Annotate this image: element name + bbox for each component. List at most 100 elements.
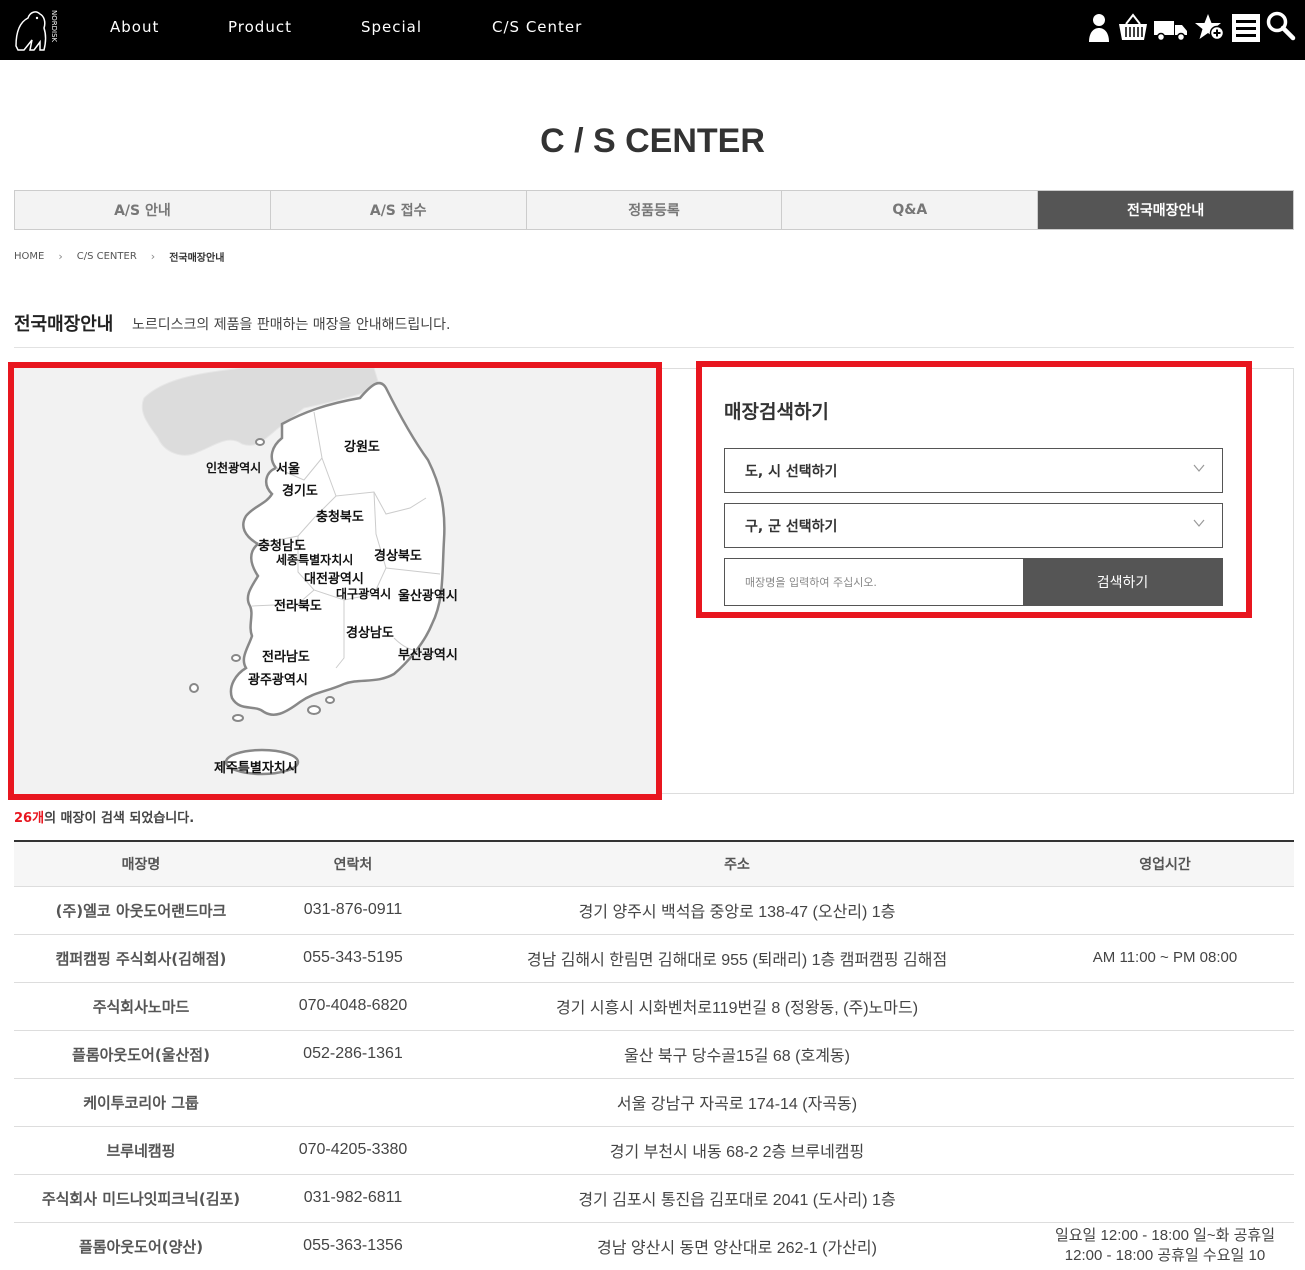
store-name: 플롬아웃도어(양산) xyxy=(14,1222,268,1270)
store-search-box: 매장검색하기 도, 시 선택하기 구, 군 선택하기 검색하기 xyxy=(696,361,1252,618)
store-name: 케이투코리아 그룹 xyxy=(14,1078,268,1127)
table-row[interactable]: 캠퍼캠핑 주식회사(김해점) 055-343-5195 경남 김해시 한림면 김… xyxy=(14,934,1294,983)
result-count-number: 26개 xyxy=(14,811,45,826)
chevron-down-icon xyxy=(1193,464,1205,472)
chevron-down-icon xyxy=(1193,519,1205,527)
top-nav-bar: NORDISK About Product Special C/S Center xyxy=(0,0,1305,60)
region-sejong[interactable]: 세종특별자치시 xyxy=(276,551,353,568)
region-seoul[interactable]: 서울 xyxy=(276,458,300,477)
menu-icon[interactable] xyxy=(1230,12,1262,44)
store-name: 플롬아웃도어(울산점) xyxy=(14,1030,268,1079)
region-incheon[interactable]: 인천광역시 xyxy=(206,459,261,476)
region-jeonbuk[interactable]: 전라북도 xyxy=(274,595,322,614)
cs-tabs: A/S 안내 A/S 접수 정품등록 Q&A 전국매장안내 xyxy=(14,190,1294,230)
store-name: 캠퍼캠핑 주식회사(김해점) xyxy=(14,934,268,983)
region-jeju[interactable]: 제주특별자치시 xyxy=(214,757,298,776)
section-heading: 전국매장안내 노르디스크의 제품을 판매하는 매장을 안내해드립니다. xyxy=(14,310,1294,348)
svg-text:NORDISK: NORDISK xyxy=(50,10,58,43)
table-row[interactable]: 주식회사노마드 070-4048-6820 경기 시흥시 시화벤처로119번길 … xyxy=(14,982,1294,1031)
store-address: 경기 김포시 통진읍 김포대로 2041 (도사리) 1층 xyxy=(438,1174,1036,1223)
truck-icon[interactable] xyxy=(1153,12,1189,44)
search-icon[interactable] xyxy=(1265,10,1297,42)
star-plus-icon[interactable] xyxy=(1194,12,1226,44)
tab-as-info[interactable]: A/S 안내 xyxy=(15,191,271,229)
district-select-label: 구, 군 선택하기 xyxy=(745,519,838,535)
store-name-search-row: 검색하기 xyxy=(724,558,1223,606)
store-phone xyxy=(268,1078,438,1127)
store-hours xyxy=(1036,1078,1294,1127)
search-title: 매장검색하기 xyxy=(724,401,829,423)
store-name-input[interactable] xyxy=(725,559,1023,605)
result-count-text: 의 매장이 검색 되었습니다. xyxy=(44,811,195,826)
store-phone: 055-343-5195 xyxy=(268,934,438,983)
store-phone: 070-4205-3380 xyxy=(268,1126,438,1175)
region-busan[interactable]: 부산광역시 xyxy=(398,644,458,663)
store-phone: 031-982-6811 xyxy=(268,1174,438,1223)
store-phone: 052-286-1361 xyxy=(268,1030,438,1079)
nav-about[interactable]: About xyxy=(110,18,159,36)
table-row[interactable]: (주)엘코 아웃도어랜드마크 031-876-0911 경기 양주시 백석읍 중… xyxy=(14,886,1294,935)
chevron-right-icon: › xyxy=(58,250,63,263)
korea-region-map: 강원도 인천광역시 서울 경기도 충청북도 충청남도 세종특별자치시 경상북도 … xyxy=(8,362,662,800)
region-gyeongbuk[interactable]: 경상북도 xyxy=(374,545,422,564)
store-address: 경기 시흥시 시화벤처로119번길 8 (정왕동, (주)노마드) xyxy=(438,982,1036,1031)
province-select-label: 도, 시 선택하기 xyxy=(745,464,838,480)
store-table: 매장명 연락처 주소 영업시간 (주)엘코 아웃도어랜드마크 031-876-0… xyxy=(14,840,1294,1270)
region-gyeongnam[interactable]: 경상남도 xyxy=(346,622,394,641)
store-phone: 055-363-1356 xyxy=(268,1222,438,1270)
store-hours xyxy=(1036,1126,1294,1175)
table-header-row: 매장명 연락처 주소 영업시간 xyxy=(14,841,1294,887)
nav-product[interactable]: Product xyxy=(228,18,292,36)
store-hours: AM 11:00 ~ PM 08:00 xyxy=(1036,934,1294,983)
store-hours xyxy=(1036,886,1294,935)
user-icon[interactable] xyxy=(1086,12,1118,44)
table-row[interactable]: 케이투코리아 그룹 서울 강남구 자곡로 174-14 (자곡동) xyxy=(14,1078,1294,1127)
store-hours xyxy=(1036,1174,1294,1223)
region-gyeonggi[interactable]: 경기도 xyxy=(282,480,318,499)
district-select[interactable]: 구, 군 선택하기 xyxy=(724,503,1223,548)
basket-icon[interactable] xyxy=(1117,12,1149,44)
table-row[interactable]: 주식회사 미드나잇피크닉(김포) 031-982-6811 경기 김포시 통진읍… xyxy=(14,1174,1294,1223)
table-row[interactable]: 브루네캠핑 070-4205-3380 경기 부천시 내동 68-2 2층 브루… xyxy=(14,1126,1294,1175)
breadcrumb-home[interactable]: HOME xyxy=(14,251,44,262)
store-name: 브루네캠핑 xyxy=(14,1126,268,1175)
nordisk-logo[interactable]: NORDISK xyxy=(12,4,60,54)
chevron-right-icon: › xyxy=(150,250,156,263)
tab-as-request[interactable]: A/S 접수 xyxy=(270,191,527,229)
region-daegu[interactable]: 대구광역시 xyxy=(336,585,391,602)
col-header-hours: 영업시간 xyxy=(1036,841,1294,887)
region-jeonnam[interactable]: 전라남도 xyxy=(262,646,310,665)
tab-product-registration[interactable]: 정품등록 xyxy=(526,191,783,229)
breadcrumb-cs-center[interactable]: C/S CENTER xyxy=(77,251,137,262)
region-chungbuk[interactable]: 충청북도 xyxy=(316,506,364,525)
search-button[interactable]: 검색하기 xyxy=(1023,559,1222,605)
store-address: 울산 북구 당수골15길 68 (호계동) xyxy=(438,1030,1036,1079)
col-header-store-name: 매장명 xyxy=(14,841,268,887)
nav-special[interactable]: Special xyxy=(361,18,422,36)
store-name: 주식회사 미드나잇피크닉(김포) xyxy=(14,1174,268,1223)
region-ulsan[interactable]: 울산광역시 xyxy=(398,585,458,604)
table-row[interactable]: 플롬아웃도어(울산점) 052-286-1361 울산 북구 당수골15길 68… xyxy=(14,1030,1294,1079)
result-count: 26개의 매장이 검색 되었습니다. xyxy=(14,807,194,826)
table-row[interactable]: 플롬아웃도어(양산) 055-363-1356 경남 양산시 동면 양산대로 2… xyxy=(14,1222,1294,1270)
section-title: 전국매장안내 xyxy=(14,314,114,335)
store-phone: 070-4048-6820 xyxy=(268,982,438,1031)
store-address: 경기 양주시 백석읍 중앙로 138-47 (오산리) 1층 xyxy=(438,886,1036,935)
store-address: 경기 부천시 내동 68-2 2층 브루네캠핑 xyxy=(438,1126,1036,1175)
breadcrumb-current: 전국매장안내 xyxy=(169,253,225,264)
province-select[interactable]: 도, 시 선택하기 xyxy=(724,448,1223,493)
section-description: 노르디스크의 제품을 판매하는 매장을 안내해드립니다. xyxy=(132,317,451,333)
store-name: 주식회사노마드 xyxy=(14,982,268,1031)
page-title: C / S CENTER xyxy=(540,122,765,160)
region-gangwon[interactable]: 강원도 xyxy=(344,436,380,455)
nav-cs-center[interactable]: C/S Center xyxy=(492,18,582,36)
store-name: (주)엘코 아웃도어랜드마크 xyxy=(14,886,268,935)
store-address: 서울 강남구 자곡로 174-14 (자곡동) xyxy=(438,1078,1036,1127)
region-gwangju[interactable]: 광주광역시 xyxy=(248,669,308,688)
col-header-address: 주소 xyxy=(438,841,1036,887)
tab-store-locator[interactable]: 전국매장안내 xyxy=(1038,191,1293,229)
store-address: 경남 김해시 한림면 김해대로 955 (퇴래리) 1층 캠퍼캠핑 김해점 xyxy=(438,934,1036,983)
store-hours xyxy=(1036,982,1294,1031)
breadcrumb: HOME › C/S CENTER › 전국매장안내 xyxy=(14,249,224,264)
tab-qna[interactable]: Q&A xyxy=(782,191,1039,229)
